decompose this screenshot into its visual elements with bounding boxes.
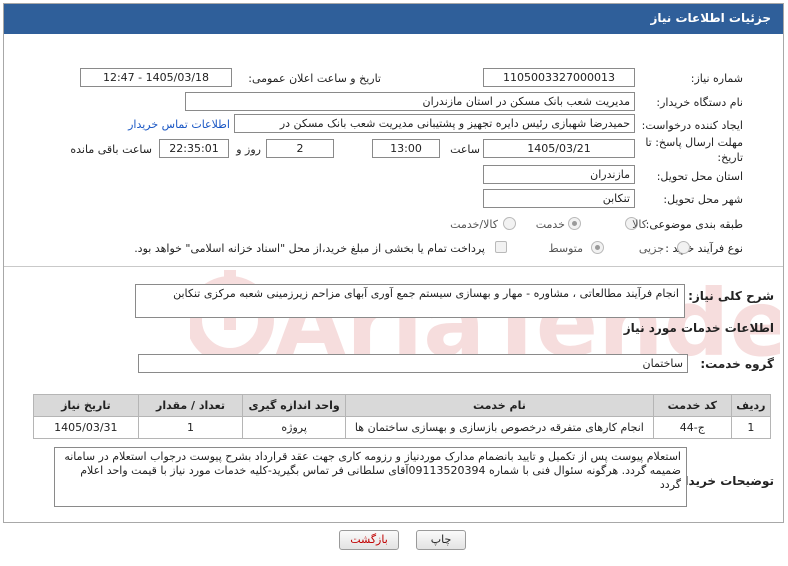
- requester-field[interactable]: حمیدرضا شهبازی رئیس دایره تجهیز و پشتیبا…: [234, 114, 635, 133]
- buyer-notes-textarea[interactable]: استعلام پیوست پس از تکمیل و تایید بانضما…: [54, 447, 687, 507]
- section-divider: [4, 266, 783, 267]
- buyer-org-label: نام دستگاه خریدار:: [656, 96, 743, 109]
- deadline-date-field[interactable]: 1405/03/21: [483, 139, 635, 158]
- service-group-label: گروه خدمت:: [700, 357, 774, 371]
- cell-service-name: انجام کارهای متفرقه درخصوص بازسازی و بهس…: [344, 416, 654, 439]
- page-title: جزئیات اطلاعات نیاز: [650, 11, 771, 25]
- deadline-time-label: ساعت: [450, 143, 480, 156]
- services-table-header: ردیف کد خدمت نام خدمت واحد اندازه گیری ت…: [33, 394, 772, 417]
- category-option-goods: کالا: [632, 218, 647, 231]
- deadline-label-line1: مهلت ارسال پاسخ: تا: [645, 136, 743, 149]
- buyer-contact-link[interactable]: اطلاعات تماس خریدار: [128, 118, 230, 131]
- col-unit: واحد اندازه گیری: [242, 394, 346, 417]
- cell-unit: پروژه: [242, 416, 346, 439]
- back-button[interactable]: بازگشت: [339, 530, 399, 550]
- purchase-option-medium: متوسط: [548, 242, 583, 255]
- category-radio-goods-service[interactable]: [503, 217, 516, 230]
- col-row-number: ردیف: [730, 394, 772, 417]
- cell-quantity: 1: [137, 416, 244, 439]
- cell-need-date: 1405/03/31: [33, 416, 139, 439]
- province-label: استان محل تحویل:: [656, 170, 743, 183]
- deadline-time-field[interactable]: 13:00: [372, 139, 440, 158]
- col-quantity: تعداد / مقدار: [137, 394, 244, 417]
- header-bar: جزئیات اطلاعات نیاز: [4, 4, 783, 34]
- remaining-time-field[interactable]: 22:35:01: [159, 139, 229, 158]
- need-number-label: شماره نیاز:: [690, 72, 743, 85]
- col-service-code: کد خدمت: [652, 394, 732, 417]
- description-textarea[interactable]: انجام فرآیند مطالعاتی ، مشاوره - مهار و …: [135, 284, 685, 318]
- requester-label: ایجاد کننده درخواست:: [641, 119, 743, 132]
- remaining-time-label: ساعت باقی مانده: [70, 143, 152, 156]
- city-label: شهر محل تحویل:: [663, 193, 743, 206]
- province-field[interactable]: مازندران: [483, 165, 635, 184]
- print-button[interactable]: چاپ: [416, 530, 466, 550]
- treasury-payment-checkbox[interactable]: [495, 241, 507, 253]
- city-field[interactable]: تنکابن: [483, 189, 635, 208]
- table-row: 1 ج-44 انجام کارهای متفرقه درخصوص بازساز…: [33, 416, 772, 439]
- category-label: طبقه بندی موضوعی:: [645, 218, 743, 231]
- announce-datetime-field[interactable]: 1405/03/18 - 12:47: [80, 68, 232, 87]
- services-table: ردیف کد خدمت نام خدمت واحد اندازه گیری ت…: [33, 394, 772, 439]
- cell-row-number: 1: [730, 416, 772, 439]
- buyer-notes-label: توضیحات خریدار:: [672, 474, 774, 488]
- deadline-label-line2: تاریخ:: [717, 151, 743, 164]
- purchase-radio-medium[interactable]: [591, 241, 604, 254]
- category-option-service: خدمت: [535, 218, 565, 231]
- col-service-name: نام خدمت: [344, 394, 654, 417]
- deadline-days-label: روز و: [236, 143, 261, 156]
- buyer-org-field[interactable]: مدیریت شعب بانک مسکن در استان مازندران: [185, 92, 635, 111]
- treasury-payment-note: پرداخت تمام یا بخشی از مبلغ خرید،از محل …: [134, 242, 485, 255]
- col-need-date: تاریخ نیاز: [33, 394, 139, 417]
- service-group-field[interactable]: ساختمان: [138, 354, 688, 373]
- services-section-title: اطلاعات خدمات مورد نیاز: [623, 321, 774, 335]
- cell-service-code: ج-44: [652, 416, 732, 439]
- need-number-field[interactable]: 1105003327000013: [483, 68, 635, 87]
- description-label: شرح کلی نیاز:: [688, 289, 774, 303]
- deadline-days-field[interactable]: 2: [266, 139, 334, 158]
- purchase-option-minor: جزیی: [638, 242, 664, 255]
- category-option-goods-service: کالا/خدمت: [450, 218, 498, 231]
- purchase-radio-minor[interactable]: [677, 241, 690, 254]
- category-radio-service[interactable]: [568, 217, 581, 230]
- announce-datetime-label: تاریخ و ساعت اعلان عمومی:: [248, 72, 381, 85]
